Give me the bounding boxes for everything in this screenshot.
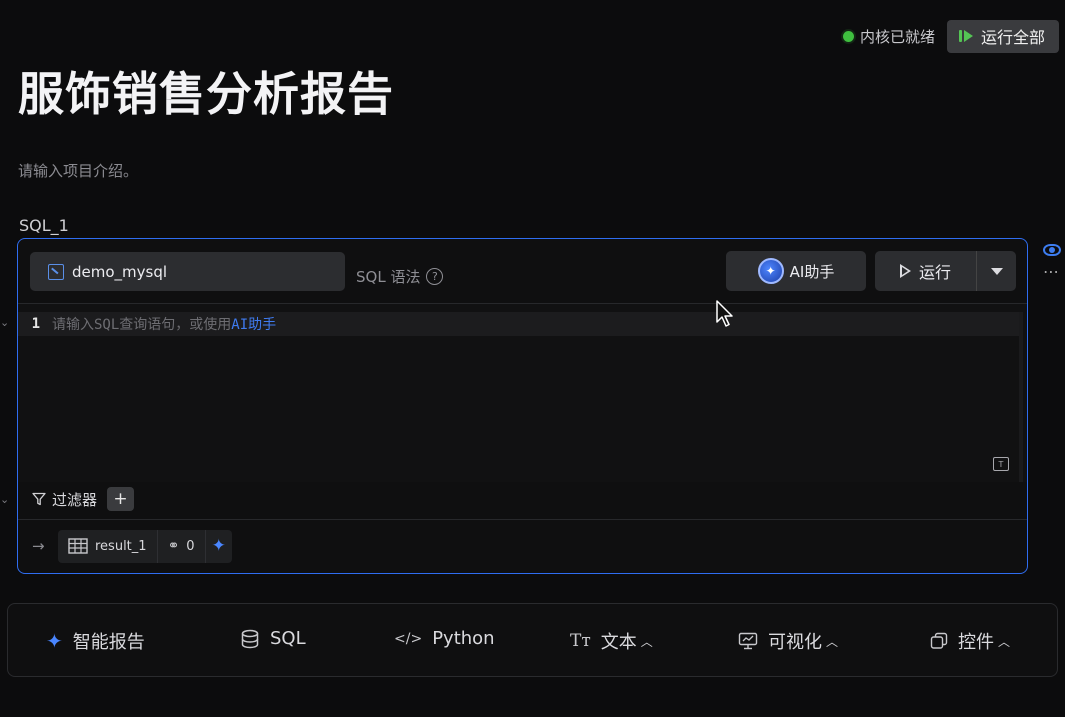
datasource-select[interactable]: demo_mysql [30,252,345,291]
kernel-status-label: 内核已就绪 [859,27,935,46]
insert-smart-report-label: 智能报告 [72,632,145,653]
ai-assistant-button[interactable]: ✦ AI助手 [726,251,866,291]
widget-icon [930,632,948,649]
play-icon [899,264,911,278]
page-title[interactable]: 服饰销售分析报告 [18,58,394,124]
database-icon [241,629,259,648]
filter-divider [18,519,1027,520]
run-all-button[interactable]: 运行全部 [946,19,1059,53]
format-code-icon[interactable]: T [993,457,1009,471]
cell-label[interactable]: SQL_1 [19,216,69,235]
filter-row: 过滤器 + [32,487,135,511]
run-button-group: 运行 [875,251,1016,291]
editor-scrollbar[interactable] [1019,312,1023,482]
insert-smart-report-button[interactable]: ✦ 智能报告 [46,628,145,654]
chevron-up-icon: ︿ [826,634,839,649]
result-ai-button[interactable]: ✦ [206,530,232,563]
result-chip: result_1 ⚭ 0 ✦ [58,529,232,563]
cell-toolbar: demo_mysql SQL 语法 ? ✦ AI助手 运行 [18,239,1027,303]
insert-widget-button[interactable]: 控件 ︿ [930,628,1010,654]
table-icon [68,538,88,554]
caret-down-icon [990,267,1003,275]
run-all-icon [958,29,975,43]
filter-icon [32,492,46,506]
result-row: → result_1 ⚭ 0 ✦ [32,529,232,563]
editor-line[interactable]: 1 请输入SQL查询语句，或使用AI助手 [18,312,1019,336]
chart-icon [738,632,758,650]
magic-wand-icon: ✦ [211,536,226,556]
more-icon[interactable]: ⋯ [1043,262,1060,281]
arrow-right-icon: → [32,537,45,555]
datasource-icon [48,263,64,280]
link-icon: ⚭ [167,538,180,554]
editor-placeholder: 请输入SQL查询语句，或使用AI助手 [52,314,276,334]
code-icon: </> [394,630,423,647]
project-description-input[interactable]: 请输入项目介绍。 [18,160,138,181]
ai-assistant-label: AI助手 [789,262,835,281]
question-circle-icon: ? [426,268,444,285]
insert-visualization-label: 可视化 [768,632,822,653]
sql-syntax-label: SQL 语法 [356,268,421,286]
result-name: result_1 [95,538,147,554]
result-table-button[interactable]: result_1 [58,529,158,563]
sql-syntax-help[interactable]: SQL 语法 ? [356,266,444,287]
sql-editor[interactable]: 1 请输入SQL查询语句，或使用AI助手 T [18,304,1027,482]
datasource-label: demo_mysql [72,262,168,281]
run-button[interactable]: 运行 [875,251,977,291]
line-number: 1 [31,316,40,332]
insert-text-button[interactable]: Tт 文本 ︿ [570,628,653,654]
chevron-up-icon: ︿ [640,634,653,649]
ai-assistant-icon: ✦ [757,258,784,284]
kernel-status: 内核已就绪 [842,26,935,47]
editor-placeholder-text: 请输入SQL查询语句，或使用 [52,317,232,333]
insert-widget-label: 控件 [958,632,994,653]
kernel-status-dot-icon [842,30,854,42]
collapse-filter-chevron-icon[interactable]: ⌄ [0,493,9,506]
run-label: 运行 [918,263,951,282]
insert-sql-label: SQL [270,628,306,649]
magic-wand-icon: ✦ [46,629,63,653]
chevron-up-icon: ︿ [998,634,1011,649]
collapse-editor-chevron-icon[interactable]: ⌄ [0,316,9,329]
add-filter-button[interactable]: + [107,487,135,511]
insert-python-label: Python [432,628,495,649]
sql-cell: demo_mysql SQL 语法 ? ✦ AI助手 运行 1 请输入SQL查询… [17,238,1028,574]
eye-icon[interactable] [1043,244,1061,256]
filter-label: 过滤器 [52,490,98,509]
top-toolbar: 内核已就绪 运行全部 [842,19,1059,53]
run-all-label: 运行全部 [980,28,1045,47]
insert-python-button[interactable]: </> Python [394,628,495,649]
result-links-button[interactable]: ⚭ 0 [158,529,206,563]
text-icon: Tт [570,631,591,651]
insert-cell-bar: ✦ 智能报告 SQL </> Python Tт 文本 ︿ 可视化 ︿ 控件 ︿ [7,603,1058,677]
insert-visualization-button[interactable]: 可视化 ︿ [738,628,838,654]
result-link-count: 0 [186,538,195,554]
insert-sql-button[interactable]: SQL [240,628,306,649]
run-options-dropdown[interactable] [977,251,1016,291]
editor-ai-assistant-link[interactable]: AI助手 [231,317,276,333]
insert-text-label: 文本 [600,632,637,653]
